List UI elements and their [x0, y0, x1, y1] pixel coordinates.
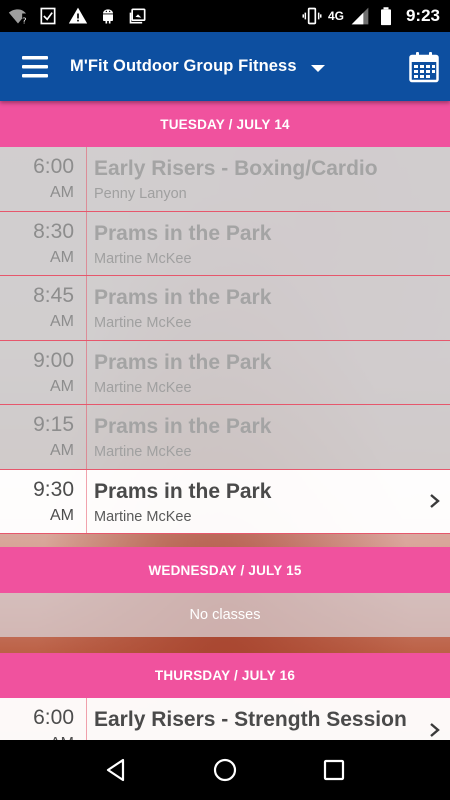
class-row[interactable]: 9:00 AM Prams in the Park Martine McKee — [0, 340, 450, 405]
class-row[interactable]: 8:30 AM Prams in the Park Martine McKee — [0, 211, 450, 276]
navigation-bar — [0, 740, 450, 800]
class-info: Prams in the Park Martine McKee — [87, 405, 450, 469]
class-time: 9:30 AM — [0, 469, 87, 533]
class-info: Early Risers - Strength Session — [87, 698, 450, 740]
class-time: 8:30 AM — [0, 211, 87, 275]
chevron-right-icon — [428, 722, 442, 737]
class-time-ampm: AM — [50, 184, 74, 201]
class-info: Early Risers - Boxing/Cardio Penny Lanyo… — [87, 147, 450, 211]
class-time-ampm: AM — [50, 442, 74, 459]
chevron-right-icon — [428, 494, 442, 509]
class-row[interactable]: 6:00 AM Early Risers - Boxing/Cardio Pen… — [0, 147, 450, 212]
android-icon — [98, 6, 118, 26]
day-spacer — [0, 637, 450, 653]
checkbox-notification-icon — [38, 6, 58, 26]
vibrate-icon — [302, 6, 322, 26]
class-name: Prams in the Park — [94, 286, 272, 309]
status-bar: ? 4G 9:23 — [0, 0, 450, 32]
class-instructor: Martine McKee — [94, 444, 192, 460]
class-info: Prams in the Park Martine McKee — [87, 212, 450, 276]
class-name: Prams in the Park — [94, 415, 272, 438]
class-time-value: 9:15 — [33, 413, 74, 436]
class-time-value: 9:00 — [33, 348, 74, 372]
class-time-ampm: AM — [50, 313, 74, 330]
svg-text:?: ? — [22, 16, 26, 26]
class-info: Prams in the Park Martine McKee — [87, 470, 450, 534]
class-info: Prams in the Park Martine McKee — [87, 276, 450, 340]
menu-icon — [22, 55, 48, 77]
class-row[interactable]: 9:15 AM Prams in the Park Martine McKee — [0, 405, 450, 470]
back-button[interactable] — [96, 750, 136, 790]
class-time-value: 9:30 — [33, 477, 74, 501]
class-instructor: Martine McKee — [94, 379, 192, 396]
class-name: Prams in the Park — [94, 479, 272, 503]
class-time-value: 8:45 — [33, 284, 74, 307]
status-time: 9:23 — [405, 6, 440, 25]
signal-icon — [350, 6, 370, 26]
home-icon — [213, 758, 237, 782]
class-time: 6:00 AM — [0, 698, 87, 740]
class-row[interactable]: 9:30 AM Prams in the Park Martine McKee — [0, 469, 450, 534]
class-row[interactable]: 8:45 AM Prams in the Park Martine McKee — [0, 276, 450, 341]
no-classes-message: No classes — [0, 593, 450, 637]
class-name: Early Risers - Strength Session — [94, 708, 407, 731]
class-instructor: Martine McKee — [94, 315, 192, 331]
battery-icon — [376, 6, 396, 26]
class-instructor: Martine McKee — [94, 508, 192, 525]
class-time-ampm: AM — [50, 377, 74, 395]
home-button[interactable] — [205, 750, 245, 790]
back-icon — [107, 758, 125, 782]
network-type-label: 4G — [327, 8, 344, 23]
class-instructor: Penny Lanyon — [94, 186, 187, 202]
calendar-icon — [409, 51, 439, 82]
status-left-icons: ? — [8, 6, 148, 26]
schedule-list[interactable]: TUESDAY / JULY 14 6:00 AM Early Risers -… — [0, 101, 450, 740]
class-time-value: 6:00 — [33, 706, 74, 729]
app-bar: M'Fit Outdoor Group Fitness — [0, 32, 450, 101]
class-time-value: 8:30 — [33, 219, 74, 243]
class-name: Early Risers - Boxing/Cardio — [94, 157, 378, 180]
class-time-ampm: AM — [50, 248, 74, 266]
day-spacer — [0, 534, 450, 547]
class-time-ampm: AM — [0, 733, 74, 740]
warning-icon — [68, 6, 88, 26]
recents-icon — [323, 759, 344, 781]
status-right-icons: 4G 9:23 — [302, 6, 440, 26]
menu-button[interactable] — [0, 32, 70, 101]
wifi-unknown-icon: ? — [8, 6, 28, 26]
app-title: M'Fit Outdoor Group Fitness — [70, 57, 297, 75]
dropdown-arrow-icon — [310, 65, 325, 72]
day-header: TUESDAY / JULY 14 — [0, 101, 450, 147]
class-time: 9:00 AM — [0, 340, 87, 404]
day-header: WEDNESDAY / JULY 15 — [0, 547, 450, 593]
location-selector[interactable]: M'Fit Outdoor Group Fitness — [70, 57, 398, 76]
class-time-ampm: AM — [50, 506, 74, 524]
calendar-button[interactable] — [398, 32, 450, 101]
network-type: 4G — [327, 8, 344, 23]
class-time: 9:15 AM — [0, 405, 87, 469]
class-name: Prams in the Park — [94, 221, 272, 245]
class-info: Prams in the Park Martine McKee — [87, 341, 450, 405]
class-time-value: 6:00 — [33, 155, 74, 178]
recents-button[interactable] — [314, 750, 354, 790]
class-name: Prams in the Park — [94, 350, 272, 374]
class-time: 8:45 AM — [0, 276, 87, 340]
day-header: THURSDAY / JULY 16 — [0, 653, 450, 698]
class-row[interactable]: 6:00 AM Early Risers - Strength Session — [0, 698, 450, 740]
class-instructor: Martine McKee — [94, 250, 192, 267]
class-time: 6:00 AM — [0, 147, 87, 211]
photo-notification-icon — [128, 6, 148, 26]
